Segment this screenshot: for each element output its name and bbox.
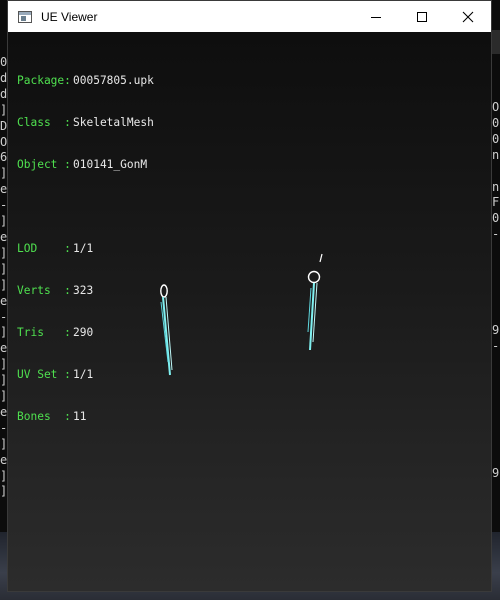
window-title: UE Viewer — [41, 9, 98, 24]
skeletal-mesh-render — [160, 253, 323, 376]
mesh-part-right — [307, 253, 323, 351]
title-bar[interactable]: UE Viewer — [8, 1, 491, 32]
background-console-right: O 0 0 n n F 0 - 9 - 9 - — [492, 100, 500, 480]
mesh-part-left — [160, 284, 173, 376]
minimize-icon — [371, 16, 381, 18]
close-icon — [462, 11, 474, 22]
app-window-icon — [18, 10, 32, 23]
window-controls — [353, 1, 491, 32]
ue-viewer-window: UE Viewer Package: 00057805.upk Class : Sk… — [7, 0, 492, 592]
maximize-button[interactable] — [399, 1, 445, 32]
3d-viewport[interactable]: Package: 00057805.upk Class : SkeletalMesh… — [8, 32, 491, 591]
close-button[interactable] — [445, 1, 491, 32]
maximize-icon — [417, 11, 427, 22]
background-window-edge — [492, 30, 500, 54]
minimize-button[interactable] — [353, 1, 399, 32]
